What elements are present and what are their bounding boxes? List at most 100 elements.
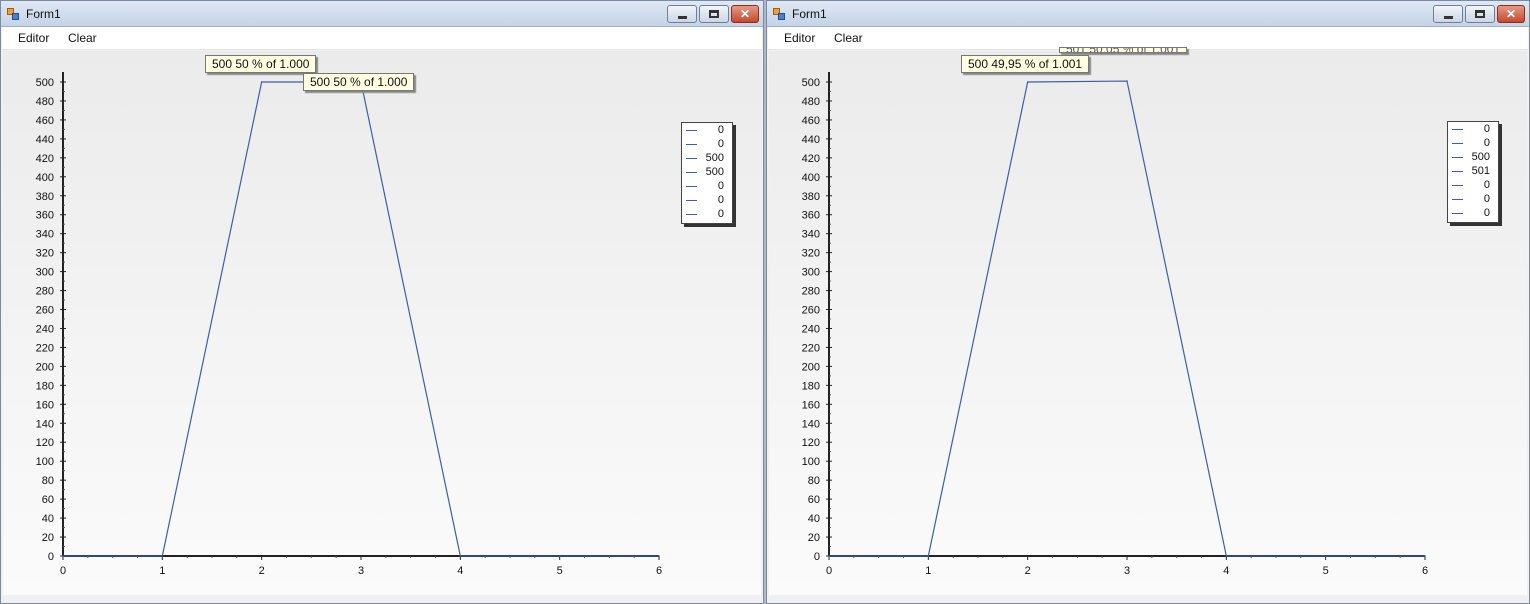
data-point [1126,80,1128,82]
y-tick-label: 260 [802,305,820,317]
series-line-icon [686,144,697,145]
data-point [558,555,561,557]
y-tick-label: 480 [36,96,54,108]
x-tick-label: 2 [1025,565,1031,577]
chart-legend: 0 0 500 500 0 0 0 [681,122,733,224]
line-chart: 0204060801001201401601802002202402602803… [802,72,1428,577]
y-tick-label: 20 [42,532,54,544]
y-tick-label: 260 [36,305,54,317]
window-title: Form1 [792,7,827,21]
legend-item: 0 [1448,193,1498,207]
y-tick-label: 160 [802,399,820,411]
x-tick-label: 1 [159,565,165,577]
data-point [1225,555,1228,557]
y-tick-label: 160 [36,399,54,411]
close-icon: ✕ [739,7,751,21]
series-line-icon [686,186,697,187]
y-tick-label: 100 [802,456,820,468]
y-tick-label: 40 [808,513,820,525]
maximize-icon [709,10,719,18]
y-tick-label: 460 [36,115,54,127]
legend-item: 0 [1448,179,1498,193]
data-point [459,555,462,557]
x-tick-label: 3 [1124,565,1130,577]
y-tick-label: 460 [802,115,820,127]
y-tick-label: 140 [36,418,54,430]
legend-item: 0 [682,208,732,222]
x-tick-label: 2 [259,565,265,577]
x-tick-label: 5 [1323,565,1329,577]
y-tick-label: 400 [36,172,54,184]
data-point-tooltip: 501 50,05 % of 1.001 [1059,47,1188,53]
title-bar[interactable]: Form1 ✕ [767,1,1529,27]
minimize-button[interactable] [667,5,697,23]
x-tick-label: 0 [826,565,832,577]
form-window-left: Form1 ✕ Editor Clear 0 20 40 60 80 100 120 140 1… [0,0,764,604]
y-tick-label: 420 [36,153,54,165]
x-tick-label: 4 [457,565,463,577]
maximize-button[interactable] [1465,5,1495,23]
y-tick-label: 140 [802,418,820,430]
series-line-icon [686,158,697,159]
y-tick-label: 120 [802,437,820,449]
legend-item: 500 [682,166,732,180]
y-tick-label: 340 [802,229,820,241]
data-point [828,555,830,557]
legend-item: 0 [1448,123,1498,137]
chart-area[interactable]: 0 20 40 60 80 100 120 140 160 180 200 220 240 260 280 3… [3,51,761,595]
menu-editor[interactable]: Editor [784,31,815,45]
legend-item: 501 [1448,165,1498,179]
y-tick-label: 60 [808,494,820,506]
series-line-icon [686,214,697,215]
close-button[interactable]: ✕ [1497,5,1525,23]
x-tick-label: 5 [557,565,563,577]
y-tick-label: 300 [36,267,54,279]
y-tick-label: 480 [802,96,820,108]
series-line-icon [1452,171,1463,172]
data-point [1424,555,1426,557]
series-line-icon [1452,185,1463,186]
minimize-icon [1443,15,1453,19]
legend-item: 0 [682,138,732,152]
y-tick-label: 320 [802,248,820,260]
series-line-icon [686,172,697,173]
menu-editor[interactable]: Editor [18,31,49,45]
y-tick-label: 240 [802,323,820,335]
data-point [658,555,660,557]
app-icon[interactable] [773,8,785,20]
y-tick-label: 20 [808,532,820,544]
legend-item: 500 [1448,151,1498,165]
close-button[interactable]: ✕ [731,5,759,23]
y-tick-label: 80 [42,475,54,487]
menu-clear[interactable]: Clear [68,31,97,45]
data-point [260,81,263,83]
series-line-icon [1452,157,1463,158]
data-point [62,555,64,557]
chart-area[interactable]: 0 20 40 60 80 100 120 140 160 180 200 220 240 260 280 3… [769,47,1527,595]
menu-clear[interactable]: Clear [834,31,863,45]
y-tick-label: 280 [802,286,820,298]
y-tick-label: 80 [808,475,820,487]
title-bar[interactable]: Form1 ✕ [1,1,763,27]
y-tick-label: 180 [802,380,820,392]
y-tick-label: 220 [802,342,820,354]
app-icon[interactable] [7,8,19,20]
legend-item: 500 [682,152,732,166]
maximize-button[interactable] [699,5,729,23]
y-tick-label: 300 [802,267,820,279]
x-tick-label: 0 [60,565,66,577]
y-tick-label: 180 [36,380,54,392]
x-tick-label: 1 [925,565,931,577]
series-line [63,81,659,557]
y-tick-label: 100 [36,456,54,468]
minimize-button[interactable] [1433,5,1463,23]
y-tick-label: 240 [36,323,54,335]
series-line-icon [1452,213,1463,214]
window-title: Form1 [26,7,61,21]
y-tick-label: 440 [36,134,54,146]
x-tick-label: 6 [656,565,662,577]
data-point [1026,81,1029,83]
y-tick-label: 440 [802,134,820,146]
y-tick-label: 500 [36,77,54,89]
line-chart: 0204060801001201401601802002202402602803… [36,72,662,577]
